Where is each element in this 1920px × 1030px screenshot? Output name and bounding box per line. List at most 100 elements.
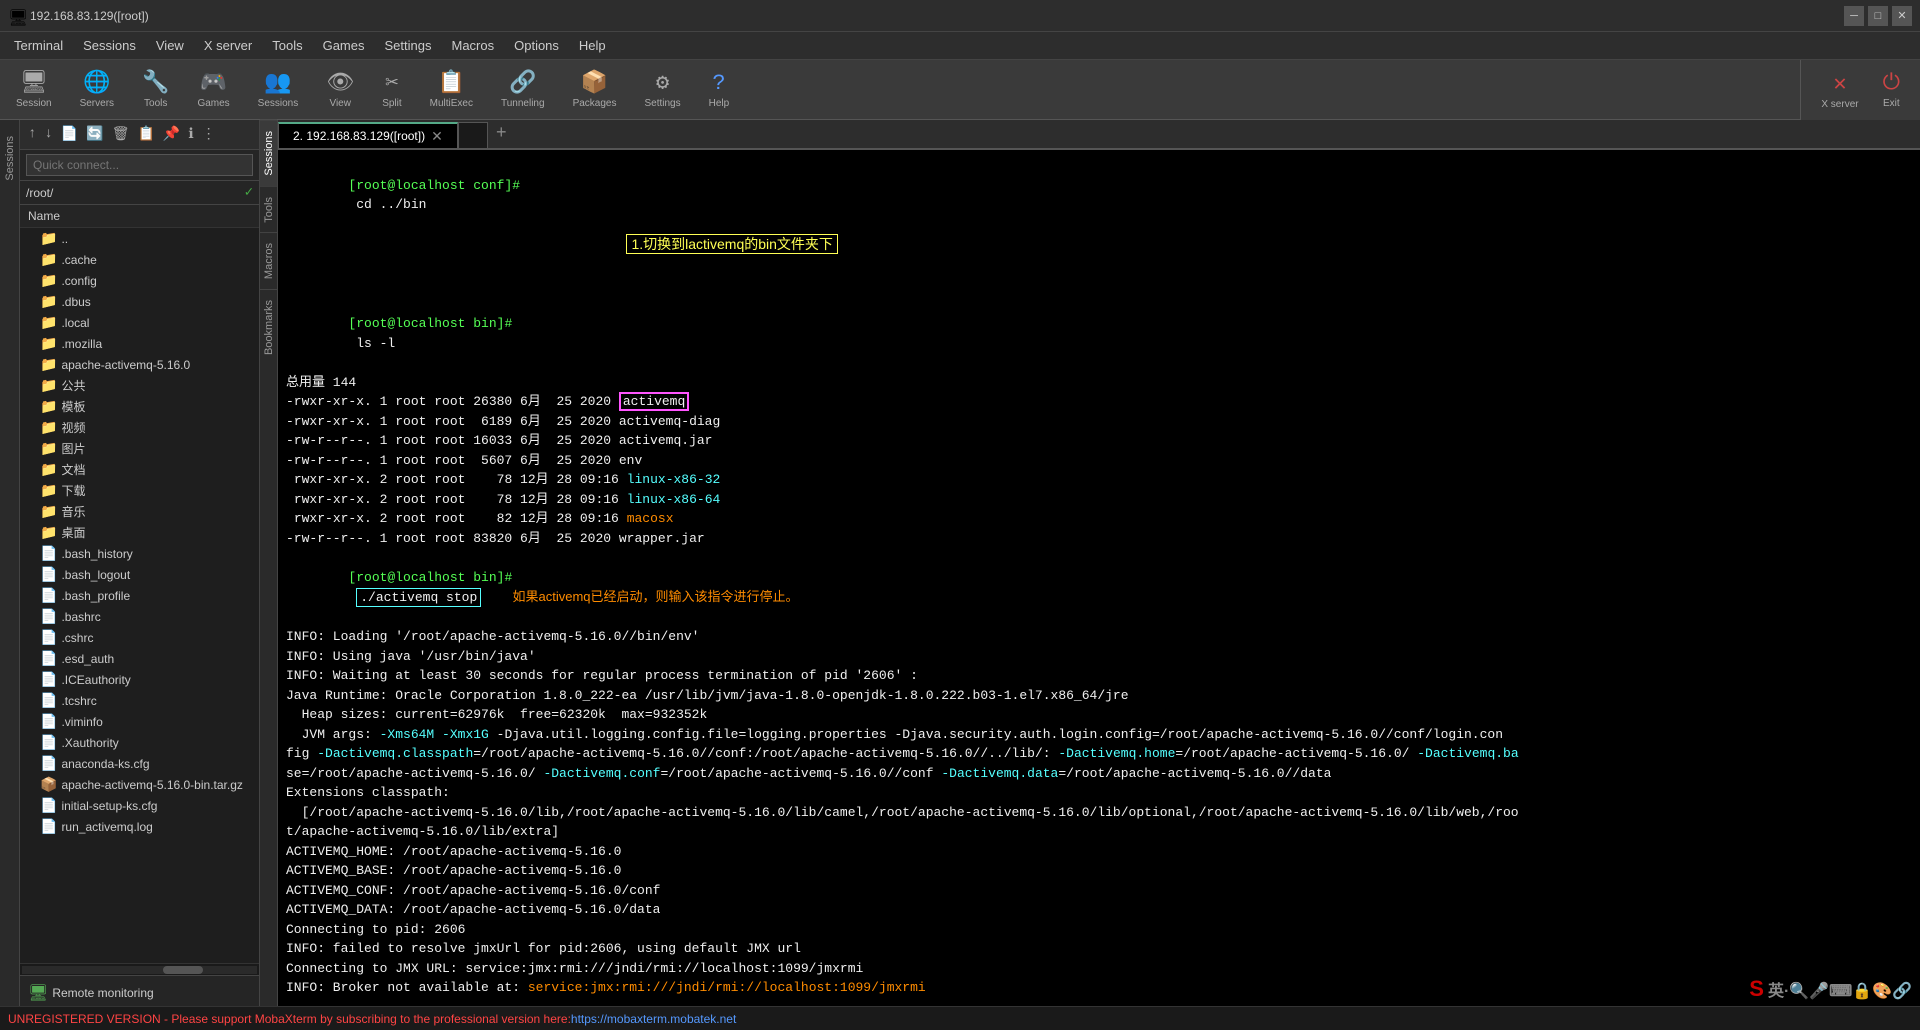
horizontal-scrollbar[interactable] <box>20 963 259 975</box>
folder-icon: 📁 <box>40 398 57 415</box>
tab-close-1[interactable]: ✕ <box>431 128 443 145</box>
menu-options[interactable]: Options <box>504 36 569 55</box>
folder-icon: 📁 <box>40 272 57 289</box>
window-controls: ─ □ ✕ <box>1844 6 1912 26</box>
servers-button[interactable]: 🌐 Servers <box>72 66 122 113</box>
terminal-tab-1[interactable]: 2. 192.168.83.129([root]) ✕ <box>278 122 458 148</box>
tools-icon: 🔧 <box>142 70 169 96</box>
menu-sessions[interactable]: Sessions <box>73 36 146 55</box>
close-button[interactable]: ✕ <box>1892 6 1912 26</box>
item-name: 图片 <box>61 440 85 457</box>
list-item[interactable]: 📄 .viminfo <box>20 711 259 732</box>
mobaxterm-link[interactable]: https://mobaxterm.mobatek.net <box>571 1012 736 1026</box>
list-item[interactable]: 📄 initial-setup-ks.cfg <box>20 795 259 816</box>
list-item[interactable]: 📄 anaconda-ks.cfg <box>20 753 259 774</box>
settings-icon: ⚙ <box>656 70 669 96</box>
tools-button[interactable]: 🔧 Tools <box>134 66 177 113</box>
maximize-button[interactable]: □ <box>1868 6 1888 26</box>
list-item[interactable]: 📄 .bash_history <box>20 543 259 564</box>
terminal-tab-2[interactable] <box>458 122 488 148</box>
list-item[interactable]: 📁 图片 <box>20 438 259 459</box>
fb-paste[interactable]: 📌 <box>161 124 182 145</box>
list-item[interactable]: 📄 .bash_logout <box>20 564 259 585</box>
file-icon: 📄 <box>40 545 57 562</box>
fb-arrow-up[interactable]: ↑ <box>26 124 38 145</box>
split-button[interactable]: ✂ Split <box>374 66 409 113</box>
menu-macros[interactable]: Macros <box>441 36 504 55</box>
fb-delete[interactable]: 🗑 <box>110 124 132 145</box>
list-item[interactable]: 📄 .Xauthority <box>20 732 259 753</box>
scroll-thumb[interactable] <box>163 966 203 974</box>
fb-copy[interactable]: 📋 <box>135 124 156 145</box>
menu-settings[interactable]: Settings <box>375 36 442 55</box>
menu-view[interactable]: View <box>146 36 194 55</box>
list-item[interactable]: 📁 视频 <box>20 417 259 438</box>
list-item[interactable]: 📁 .cache <box>20 249 259 270</box>
sessions-vertical-tab[interactable]: Sessions <box>0 128 20 189</box>
terminal-content[interactable]: [root@localhost conf]# cd ../bin 1.切换到la… <box>278 150 1920 1030</box>
list-item[interactable]: 📄 run_activemq.log <box>20 816 259 837</box>
path-ok-button[interactable]: ✓ <box>245 184 253 201</box>
folder-icon: 📁 <box>40 440 57 457</box>
list-item[interactable]: 📁 .. <box>20 228 259 249</box>
list-item[interactable]: 📄 .ICEauthority <box>20 669 259 690</box>
side-tab-macros[interactable]: Macros <box>260 232 277 289</box>
list-item[interactable]: 📁 .dbus <box>20 291 259 312</box>
list-item[interactable]: 📁 音乐 <box>20 501 259 522</box>
side-tab-tools[interactable]: Tools <box>260 186 277 233</box>
list-item[interactable]: 📁 apache-activemq-5.16.0 <box>20 354 259 375</box>
multiexec-label: MultiExec <box>430 98 473 109</box>
games-button[interactable]: 🎮 Games <box>189 66 237 113</box>
list-item[interactable]: 📁 桌面 <box>20 522 259 543</box>
session-button[interactable]: 🖥 Session <box>8 66 60 113</box>
fb-refresh[interactable]: 🔄 <box>84 124 105 145</box>
list-item[interactable]: 📁 模板 <box>20 396 259 417</box>
menu-xserver[interactable]: X server <box>194 36 262 55</box>
list-item[interactable]: 📁 .mozilla <box>20 333 259 354</box>
folder-icon: 📁 <box>40 503 57 520</box>
current-path: /root/ <box>26 186 241 200</box>
list-item[interactable]: 📁 .config <box>20 270 259 291</box>
file-tree[interactable]: 📁 .. 📁 .cache 📁 .config 📁 .dbus 📁 .local… <box>20 228 259 963</box>
menu-help[interactable]: Help <box>569 36 616 55</box>
list-item[interactable]: 📁 .local <box>20 312 259 333</box>
help-button[interactable]: ? Help <box>701 67 738 113</box>
exit-button[interactable]: ⏻ Exit <box>1875 67 1908 113</box>
fb-settings2[interactable]: ⋮ <box>200 124 218 145</box>
settings-button[interactable]: ⚙ Settings <box>636 66 688 113</box>
item-name: .esd_auth <box>61 652 114 666</box>
list-item[interactable]: 📁 公共 <box>20 375 259 396</box>
menu-terminal[interactable]: Terminal <box>4 36 73 55</box>
side-tab-bookmarks[interactable]: Bookmarks <box>260 289 277 365</box>
multiexec-button[interactable]: 📋 MultiExec <box>422 66 481 113</box>
list-item[interactable]: 📄 .bash_profile <box>20 585 259 606</box>
quick-connect-input[interactable] <box>26 154 253 176</box>
fb-new-file[interactable]: 📄 <box>59 124 80 145</box>
new-tab-button[interactable]: + <box>488 124 515 144</box>
side-tab-sessions[interactable]: Sessions <box>260 120 277 186</box>
list-item[interactable]: 📄 .esd_auth <box>20 648 259 669</box>
terminal-line: -rwxr-xr-x. 2 root root 78 12月 28 09:16 … <box>286 490 1912 510</box>
sessions-button[interactable]: 👥 Sessions <box>250 66 307 113</box>
packages-button[interactable]: 📦 Packages <box>565 66 625 113</box>
fb-info[interactable]: ℹ <box>186 124 195 145</box>
file-icon: 📦 <box>40 776 57 793</box>
remote-monitoring[interactable]: 🖥 Remote monitoring <box>28 980 251 1006</box>
list-item[interactable]: 📄 .bashrc <box>20 606 259 627</box>
exit-label: Exit <box>1883 98 1900 109</box>
list-item[interactable]: 📄 .tcshrc <box>20 690 259 711</box>
list-item[interactable]: 📁 文档 <box>20 459 259 480</box>
minimize-button[interactable]: ─ <box>1844 6 1864 26</box>
item-name: .ICEauthority <box>61 673 130 687</box>
file-icon: 📄 <box>40 797 57 814</box>
menu-tools[interactable]: Tools <box>262 36 312 55</box>
xserver-right-button[interactable]: ✕ X server <box>1813 67 1866 114</box>
list-item[interactable]: 📁 下载 <box>20 480 259 501</box>
list-item[interactable]: 📄 .cshrc <box>20 627 259 648</box>
menu-games[interactable]: Games <box>313 36 375 55</box>
item-name: 下载 <box>61 482 85 499</box>
list-item[interactable]: 📦 apache-activemq-5.16.0-bin.tar.gz <box>20 774 259 795</box>
view-button[interactable]: 👁 View <box>318 66 362 113</box>
tunneling-button[interactable]: 🔗 Tunneling <box>493 66 553 113</box>
fb-arrow-down[interactable]: ↓ <box>42 124 54 145</box>
